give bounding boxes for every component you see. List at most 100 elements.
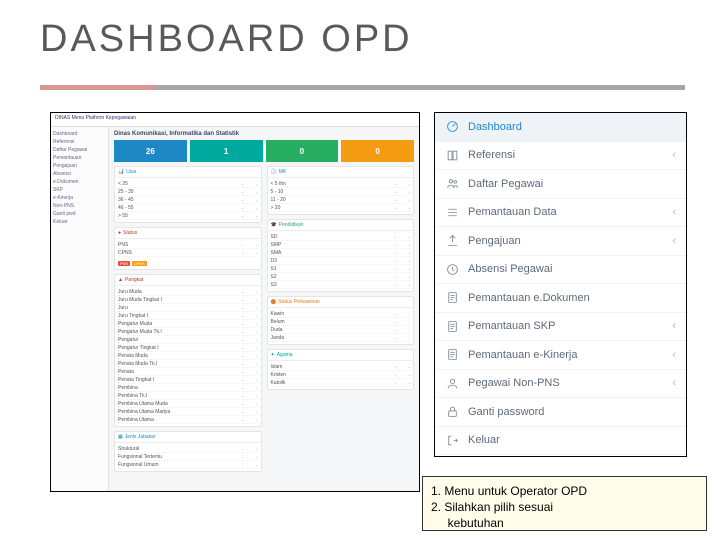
annotation-note: 1. Menu untuk Operator OPD 2. Silahkan p… [422, 476, 707, 531]
dashboard-icon [445, 120, 459, 134]
panel-statperkawinan: ⬤Status Perkawinan Kawin..Belum..Duda..J… [267, 296, 415, 345]
table-row: Pembina Utama.. [118, 416, 258, 424]
table-row: Kristen.. [271, 371, 411, 379]
table-row: Pengatur Muda.. [118, 320, 258, 328]
table-row: Fungsional Umum.. [118, 461, 258, 469]
table-row: 46 - 55.. [118, 204, 258, 212]
chevron-left-icon: ‹ [672, 235, 676, 247]
table-row: PNS.. [118, 241, 258, 249]
table-row: Pembina Utama Muda.. [118, 400, 258, 408]
note-item: kebutuhan [431, 515, 698, 531]
menu-item-keluar[interactable]: Keluar [435, 427, 686, 456]
screenshot-sidebar: Dashboard Referensi Daftar Pegawai Peman… [51, 127, 109, 492]
doc-icon [445, 348, 459, 362]
panel-pangkat: ▲Pangkat Juru Muda..Juru Muda Tingkat I.… [114, 274, 262, 427]
menu-item-ganti-password[interactable]: Ganti password [435, 398, 686, 427]
menu-item-pemantauan-e-kinerja[interactable]: Pemantauan e-Kinerja ‹ [435, 341, 686, 370]
stat-box: 0 [341, 140, 414, 162]
lock-icon [445, 405, 459, 419]
side-item: Daftar Pegawai [53, 146, 106, 154]
table-row: S2.. [271, 273, 411, 281]
note-item: 1. Menu untuk Operator OPD [431, 483, 698, 499]
table-row: Juru Muda.. [118, 288, 258, 296]
dashboard-screenshot: DINAS Menu Platform Kepegawaian Dashboar… [50, 112, 420, 492]
panel-agama: ✦Agama Islam..Kristen..Katolik.. [267, 349, 415, 390]
doc-icon [445, 291, 459, 305]
panel-header: ✦Agama [268, 350, 414, 361]
menu-item-absensi-pegawai[interactable]: Absensi Pegawai [435, 256, 686, 285]
menu-item-pegawai-non-pns[interactable]: Pegawai Non-PNS ‹ [435, 370, 686, 399]
side-item: e.Dokumen [53, 178, 106, 186]
chevron-left-icon: ‹ [672, 377, 676, 389]
upload-icon [445, 234, 459, 248]
table-row: Duda.. [271, 326, 411, 334]
menu-label: Dashboard [468, 121, 522, 133]
menu-item-referensi[interactable]: Referensi ‹ [435, 142, 686, 171]
panel-header: ●Status [115, 228, 261, 239]
divider-accent [40, 85, 155, 90]
table-row: Penata Muda.. [118, 352, 258, 360]
table-row: Pengatur Muda Tk.I.. [118, 328, 258, 336]
table-row: Janda.. [271, 334, 411, 342]
panel-usia: 📊Usia < 25..25 - 35..36 - 45..46 - 55..>… [114, 166, 262, 223]
stat-box: 1 [190, 140, 263, 162]
table-row: 5 - 10.. [271, 188, 411, 196]
menu-label: Pengajuan [468, 235, 521, 247]
table-row: Kawin.. [271, 310, 411, 318]
panel-status: ●Status PNS..CPNS.. PNS CPNS [114, 227, 262, 270]
panel-header: 🕒MK [268, 167, 414, 178]
side-item: Keluar [53, 218, 106, 226]
menu-item-daftar-pegawai[interactable]: Daftar Pegawai [435, 170, 686, 199]
table-row: Katolik.. [271, 379, 411, 387]
table-row: CPNS.. [118, 249, 258, 257]
menu-label: Pemantauan e.Dokumen [468, 292, 590, 304]
menu-item-pemantauan-data[interactable]: Pemantauan Data ‹ [435, 199, 686, 228]
side-item: SKP [53, 186, 106, 194]
menu-label: Pemantauan e-Kinerja [468, 349, 577, 361]
clock-icon [445, 262, 459, 276]
slide-title: DASHBOARD OPD [40, 18, 413, 61]
side-item: e-Kinerja [53, 194, 106, 202]
table-row: Juru Muda Tingkat I.. [118, 296, 258, 304]
table-row: Pengatur.. [118, 336, 258, 344]
stat-row: 26 1 0 0 [114, 140, 414, 162]
menu-item-pemantauan-e-dokumen[interactable]: Pemantauan e.Dokumen [435, 284, 686, 313]
chevron-left-icon: ‹ [672, 349, 676, 361]
table-row: Penata Muda Tk.I.. [118, 360, 258, 368]
menu-item-pengajuan[interactable]: Pengajuan ‹ [435, 227, 686, 256]
app-header: DINAS Menu Platform Kepegawaian [51, 113, 419, 127]
menu-label: Pegawai Non-PNS [468, 377, 560, 389]
table-row: Pengatur Tingkat I.. [118, 344, 258, 352]
doc-icon [445, 319, 459, 333]
menu-label: Absensi Pegawai [468, 263, 552, 275]
menu-item-pemantauan-skp[interactable]: Pemantauan SKP‹ [435, 313, 686, 342]
book-icon [445, 148, 459, 162]
side-item: Absensi [53, 170, 106, 178]
table-row: Fungsional Tertentu.. [118, 453, 258, 461]
chevron-left-icon: ‹ [672, 206, 676, 218]
table-row: Juru.. [118, 304, 258, 312]
table-row: Pembina.. [118, 384, 258, 392]
table-row: D3.. [271, 257, 411, 265]
table-row: 11 - 20.. [271, 196, 411, 204]
table-row: Struktural.. [118, 445, 258, 453]
menu-item-dashboard[interactable]: Dashboard [435, 113, 686, 142]
table-row: Pembina Utama Madya.. [118, 408, 258, 416]
note-item: 2. Silahkan pilih sesuai [431, 499, 698, 515]
table-row: Islam.. [271, 363, 411, 371]
table-row: Pembina Tk.I.. [118, 392, 258, 400]
chevron-left-icon: ‹ [672, 149, 676, 161]
side-item: Dashboard [53, 130, 106, 138]
users-icon [445, 177, 459, 191]
menu-label: Referensi [468, 149, 515, 161]
table-row: Penata.. [118, 368, 258, 376]
panel-mk: 🕒MK < 5 thn..5 - 10..11 - 20..> 20.. [267, 166, 415, 215]
panel-header: ▲Pangkat [115, 275, 261, 286]
table-row: Juru Tingkat I.. [118, 312, 258, 320]
table-row: 25 - 35.. [118, 188, 258, 196]
logout-icon [445, 433, 459, 447]
panel-header: 📊Usia [115, 167, 261, 178]
panel-header: ⬤Status Perkawinan [268, 297, 414, 308]
menu-label: Pemantauan Data [468, 206, 557, 218]
stat-box: 26 [114, 140, 187, 162]
